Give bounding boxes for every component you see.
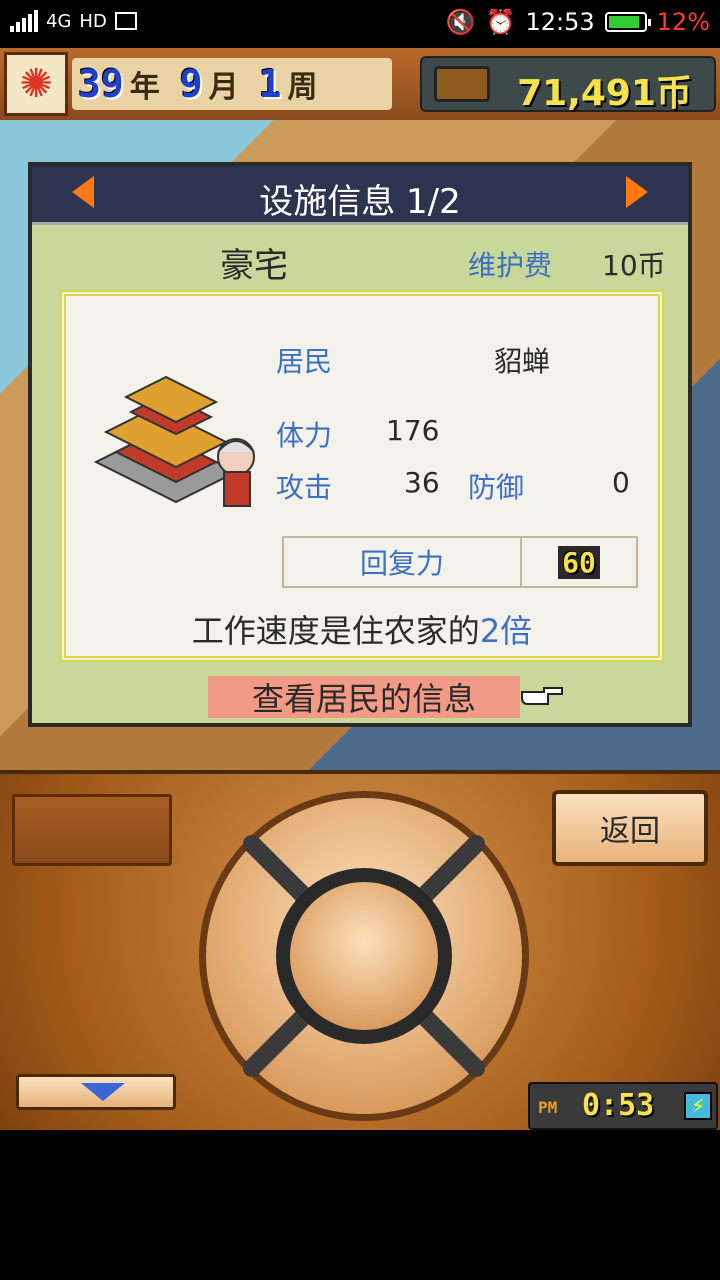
month-number: 9 bbox=[179, 62, 203, 106]
bottom-blank-area bbox=[0, 1130, 720, 1280]
work-speed-multiplier: 2倍 bbox=[479, 612, 533, 650]
next-page-arrow-icon[interactable] bbox=[626, 176, 648, 208]
clock-period: PM bbox=[538, 1098, 558, 1117]
controller-panel: 返回 PM 0:53 ⚡ bbox=[0, 770, 720, 1130]
scroll-down-button[interactable] bbox=[16, 1074, 176, 1110]
work-speed-text: 工作速度是住农家的2倍 bbox=[66, 606, 658, 652]
recovery-label: 回复力 bbox=[284, 538, 522, 586]
panel-title: 设施信息 1/2 bbox=[259, 182, 461, 222]
mansion-building-icon bbox=[93, 375, 255, 507]
signal-icon bbox=[10, 10, 38, 32]
attack-label: 攻击 bbox=[276, 471, 333, 504]
game-clock: PM 0:53 ⚡ bbox=[528, 1082, 718, 1130]
money-display: 71,491币 bbox=[420, 56, 716, 114]
stamina-label: 体力 bbox=[276, 419, 333, 452]
defense-label: 防御 bbox=[468, 471, 525, 504]
clock-time-display: 0:53 bbox=[582, 1088, 655, 1123]
defense-value: 0 bbox=[612, 466, 630, 499]
fireworks-icon[interactable]: ✺ bbox=[4, 52, 68, 116]
facility-name: 豪宅 bbox=[220, 246, 288, 286]
recovery-value-box: 60 bbox=[522, 538, 636, 586]
battery-icon bbox=[604, 12, 651, 32]
resident-label: 居民 bbox=[276, 345, 333, 378]
recovery-value: 60 bbox=[558, 545, 600, 579]
image-icon bbox=[114, 12, 137, 30]
network-type: 4G bbox=[46, 10, 72, 32]
upkeep-value: 10币 bbox=[602, 249, 666, 282]
upkeep-label: 维护费 bbox=[468, 249, 553, 282]
back-button[interactable]: 返回 bbox=[552, 790, 708, 866]
week-unit: 周 bbox=[287, 70, 318, 105]
status-bar: 4G HD 🔇 ⏰ 12:53 12% bbox=[0, 0, 720, 48]
date-display: 39 年 9 月 1 周 bbox=[72, 58, 392, 110]
treasure-chest-icon bbox=[434, 66, 490, 102]
week-number: 1 bbox=[258, 62, 282, 106]
alarm-icon: ⏰ bbox=[485, 8, 516, 36]
month-unit: 月 bbox=[208, 70, 239, 105]
battery-percent: 12% bbox=[656, 8, 710, 36]
empty-slot bbox=[12, 794, 172, 866]
recovery-row: 回复力 60 bbox=[282, 536, 638, 588]
year-unit: 年 bbox=[129, 70, 160, 105]
view-resident-info-button[interactable]: 查看居民的信息 bbox=[208, 676, 520, 718]
clock-time: 12:53 bbox=[525, 8, 595, 36]
money-amount: 71,491币 bbox=[517, 73, 692, 114]
panel-header: 设施信息 1/2 bbox=[32, 166, 688, 225]
game-top-bar: ✺ 39 年 9 月 1 周 71,491币 bbox=[0, 48, 720, 123]
year-number: 39 bbox=[78, 62, 124, 106]
resident-info-box: 居民 貂蝉 体力 176 攻击 36 防御 0 回复力 60 工作速度是住农家的… bbox=[60, 290, 664, 662]
facility-info-panel: 设施信息 1/2 豪宅 维护费 10币 居民 貂蝉 体力 176 攻击 36 防… bbox=[28, 162, 692, 727]
directional-pad[interactable] bbox=[194, 786, 534, 1126]
mute-icon: 🔇 bbox=[445, 8, 476, 36]
down-arrow-icon bbox=[81, 1083, 125, 1101]
resident-name: 貂蝉 bbox=[494, 345, 551, 378]
work-speed-prefix: 工作速度是住农家的 bbox=[191, 612, 480, 650]
pointing-hand-icon bbox=[521, 687, 563, 705]
lightning-icon: ⚡ bbox=[684, 1092, 712, 1120]
hd-indicator: HD bbox=[79, 10, 107, 32]
attack-value: 36 bbox=[404, 466, 440, 499]
stamina-value: 176 bbox=[386, 414, 440, 447]
